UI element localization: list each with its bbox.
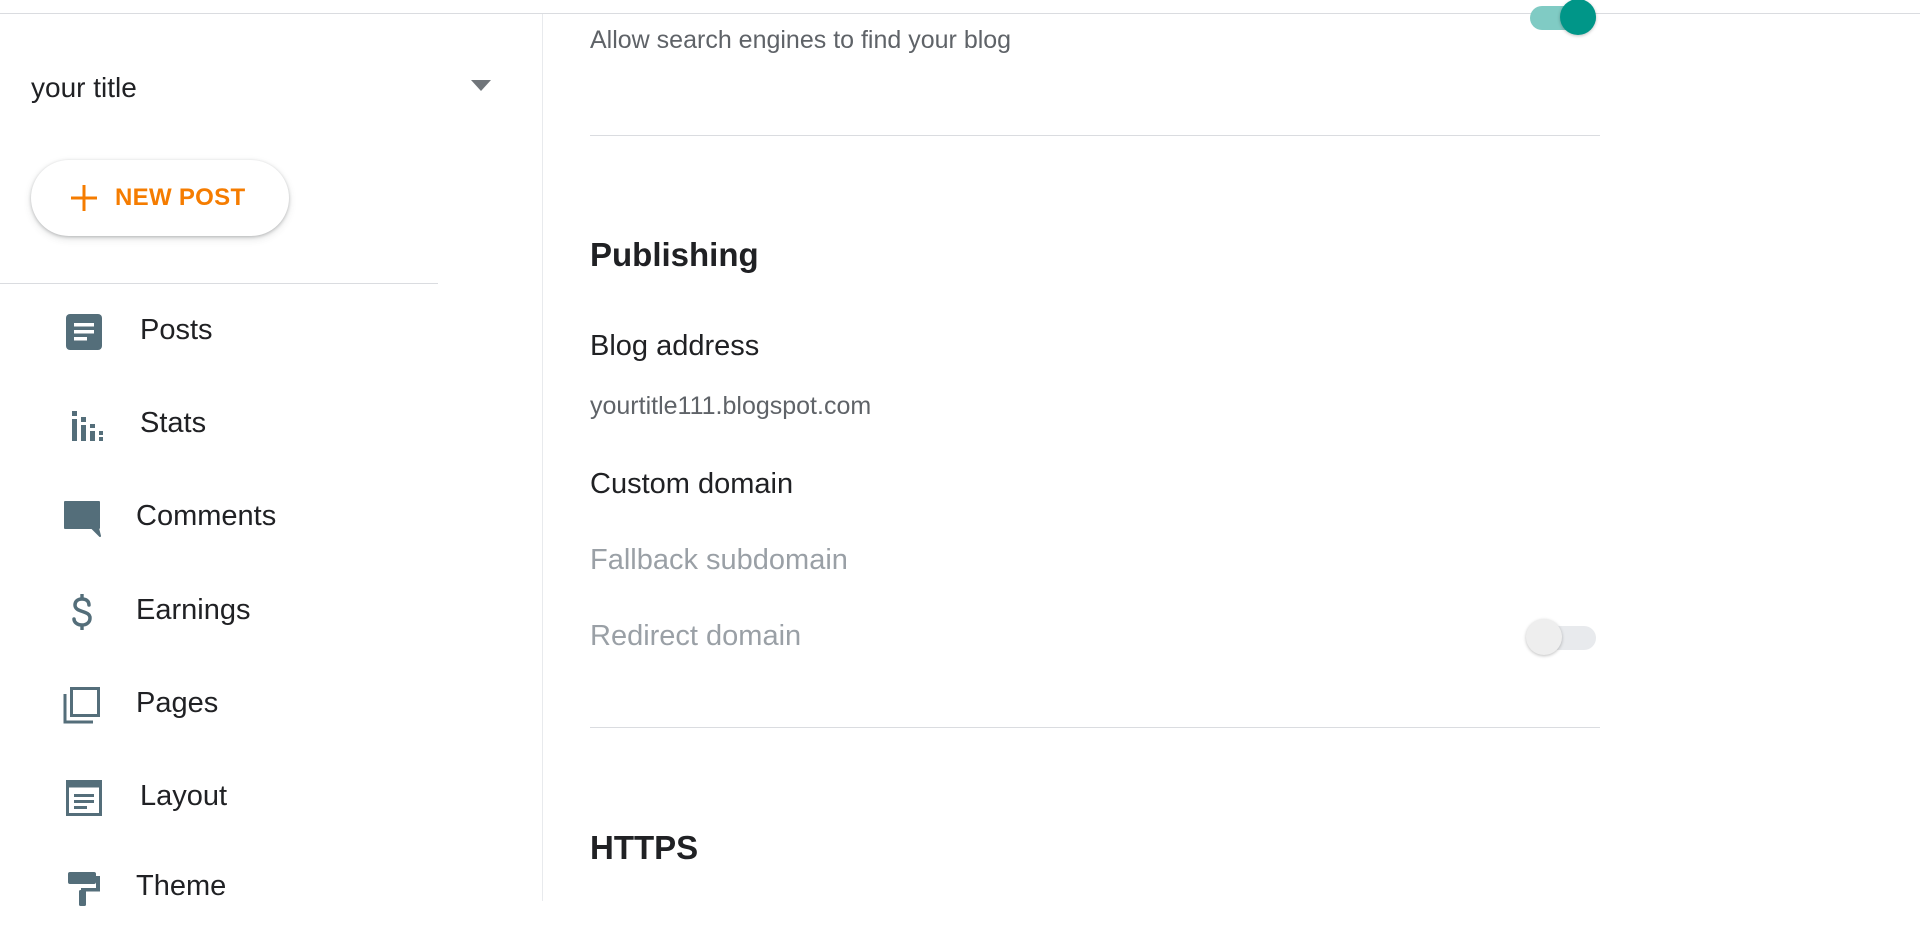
sidebar-item-layout[interactable]: Layout <box>0 758 540 838</box>
new-post-label: NEW POST <box>115 184 246 211</box>
sidebar-item-earnings[interactable]: Earnings <box>0 572 540 652</box>
caret-down-icon <box>471 80 491 91</box>
sidebar-item-comments[interactable]: Comments <box>0 478 540 558</box>
stats-icon <box>72 411 103 441</box>
search-visibility-toggle[interactable] <box>1526 0 1596 35</box>
posts-icon <box>66 314 102 350</box>
search-visibility-description: Allow search engines to find your blog <box>590 26 1012 54</box>
sidebar-item-posts[interactable]: Posts <box>0 292 540 372</box>
sidebar-divider <box>0 283 438 284</box>
fallback-subdomain-setting: Fallback subdomain <box>590 544 848 576</box>
earnings-icon <box>72 594 92 630</box>
pages-icon <box>63 687 100 724</box>
sidebar: your title NEW POST Posts Stats Comments… <box>0 14 543 906</box>
sidebar-item-label: Comments <box>136 500 277 532</box>
comments-icon <box>64 501 101 537</box>
plus-icon <box>71 185 97 211</box>
custom-domain-setting[interactable]: Custom domain <box>590 468 793 501</box>
sidebar-item-pages[interactable]: Pages <box>0 665 540 745</box>
redirect-domain-setting: Redirect domain <box>590 620 802 652</box>
toggle-thumb <box>1560 0 1596 35</box>
section-divider <box>590 727 1600 728</box>
toggle-thumb <box>1526 619 1562 655</box>
theme-icon <box>68 872 100 906</box>
blog-selector[interactable]: your title <box>31 56 491 122</box>
new-post-button[interactable]: NEW POST <box>31 160 289 236</box>
section-divider <box>590 135 1600 136</box>
blog-address-setting[interactable]: Blog address <box>590 330 759 363</box>
sidebar-item-label: Pages <box>136 687 219 719</box>
sidebar-item-label: Stats <box>140 407 207 439</box>
blog-address-value: yourtitle111.blogspot.com <box>590 392 872 420</box>
layout-icon <box>66 780 102 816</box>
sidebar-item-label: Theme <box>136 870 227 902</box>
blog-title: your title <box>31 72 137 103</box>
sidebar-item-label: Posts <box>140 314 213 346</box>
sidebar-item-stats[interactable]: Stats <box>0 385 540 465</box>
publishing-heading: Publishing <box>590 236 759 273</box>
sidebar-item-label: Earnings <box>136 594 251 626</box>
https-heading: HTTPS <box>590 829 699 866</box>
redirect-domain-toggle <box>1526 618 1596 655</box>
sidebar-item-label: Layout <box>140 780 228 812</box>
sidebar-item-theme[interactable]: Theme <box>0 848 540 928</box>
